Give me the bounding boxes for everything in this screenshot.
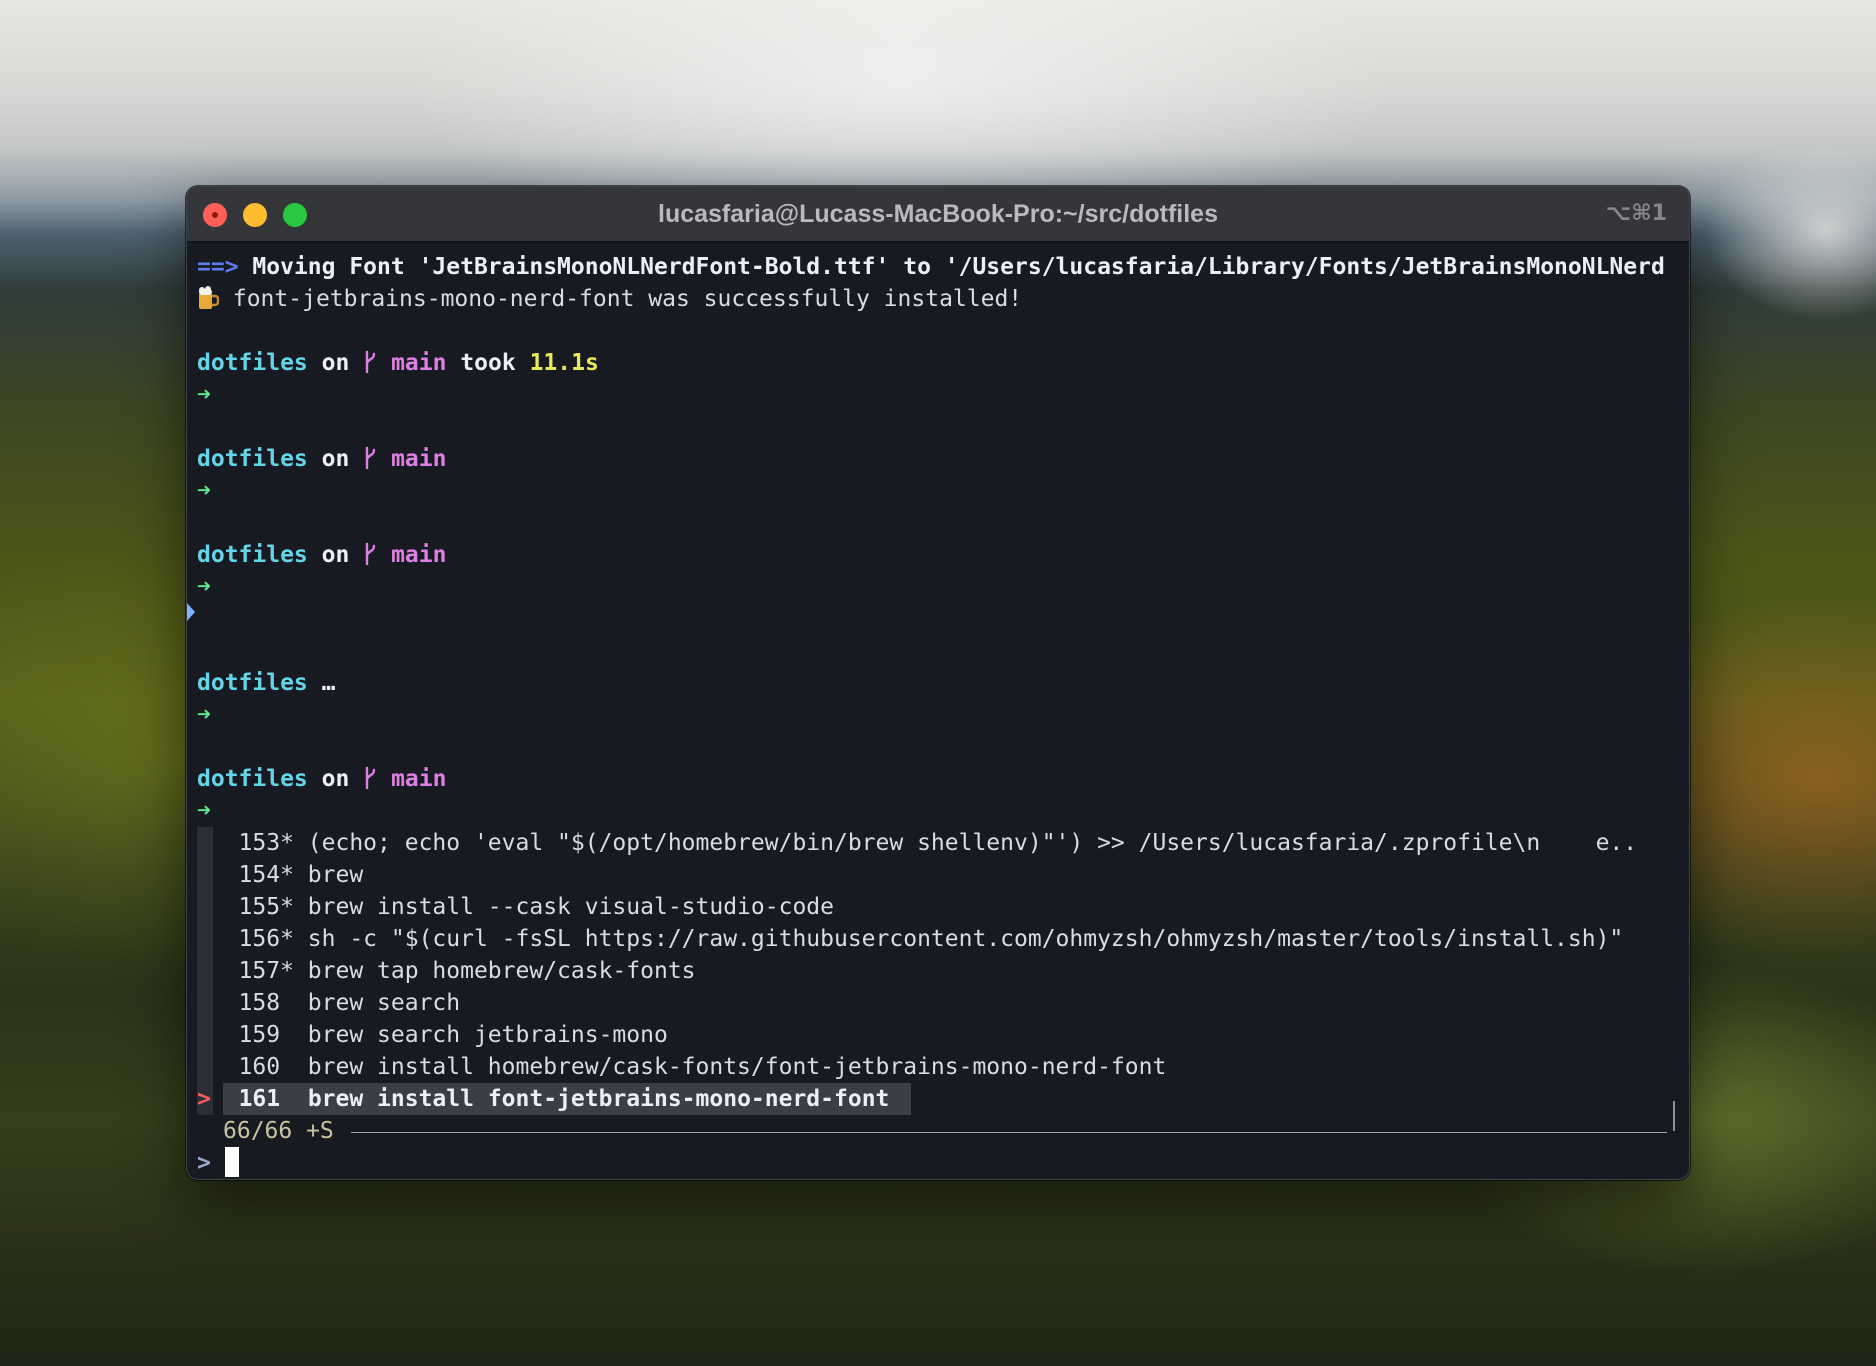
beer-mug-icon — [197, 286, 220, 310]
history-item[interactable]: 153* (echo; echo 'eval "$(/opt/homebrew/… — [197, 827, 1638, 859]
history-command: brew install font-jetbrains-mono-nerd-fo… — [307, 1086, 890, 1112]
history-item[interactable]: 158 brew search — [197, 987, 461, 1019]
history-number: 157* — [238, 958, 294, 984]
prompt-arrow: ➜ — [197, 382, 211, 408]
text-cursor — [224, 1147, 239, 1177]
prompt-on: on — [321, 350, 350, 376]
history-number: 158 — [238, 990, 294, 1016]
git-branch-icon — [363, 446, 377, 470]
brew-arrow: ==> — [197, 254, 239, 280]
history-number: 159 — [238, 1022, 294, 1048]
prompt-on: on — [321, 766, 350, 792]
prompt-line: dotfiles on main — [197, 539, 446, 571]
history-command: (echo; echo 'eval "$(/opt/homebrew/bin/b… — [307, 830, 1638, 856]
prompt-line: dotfiles on main — [197, 763, 446, 795]
brew-success-line: font-jetbrains-mono-nerd-font was succes… — [197, 283, 1022, 315]
prompt-on: on — [321, 542, 350, 568]
prompt-arrow: ➜ — [197, 702, 211, 728]
prompt-line: dotfiles … — [197, 667, 336, 699]
prompt-arrow-line: ➜ — [197, 475, 211, 507]
terminal-window[interactable]: lucasfaria@Lucass-MacBook-Pro:~/src/dotf… — [186, 186, 1690, 1180]
prompt-took: took — [460, 350, 516, 376]
prompt-line: dotfiles on main — [197, 443, 446, 475]
history-number: 156* — [238, 926, 294, 952]
prompt-arrow-line: ➜ — [197, 571, 211, 603]
brew-success-text: font-jetbrains-mono-nerd-font was succes… — [232, 286, 1023, 312]
history-command: brew — [307, 862, 364, 888]
history-item[interactable]: 160 brew install homebrew/cask-fonts/fon… — [197, 1051, 1167, 1083]
prompt-on: on — [321, 446, 350, 472]
prompt-line: dotfiles on main took 11.1s — [197, 347, 599, 379]
brew-move-line: ==> Moving Font 'JetBrainsMonoNLNerdFont… — [197, 251, 1665, 283]
prompt-branch: main — [391, 350, 447, 376]
fzf-separator — [351, 1132, 1667, 1133]
git-branch-icon — [363, 766, 377, 790]
prompt-arrow: ➜ — [197, 478, 211, 504]
fzf-info: 66/66 +S — [223, 1118, 334, 1144]
title-bar[interactable]: lucasfaria@Lucass-MacBook-Pro:~/src/dotf… — [187, 187, 1689, 242]
fzf-query-line[interactable]: > — [197, 1147, 239, 1179]
terminal-output[interactable]: ==> Moving Font 'JetBrainsMonoNLNerdFont… — [187, 241, 1689, 1179]
history-number: 161 — [238, 1086, 294, 1112]
prompt-dir: dotfiles — [197, 766, 308, 792]
window-title: lucasfaria@Lucass-MacBook-Pro:~/src/dotf… — [658, 200, 1218, 228]
history-number: 153* — [238, 830, 294, 856]
prompt-duration: 11.1s — [529, 350, 599, 376]
prompt-arrow-line: ➜ — [197, 379, 211, 411]
history-item-selected[interactable]: > 161 brew install font-jetbrains-mono-n… — [197, 1083, 889, 1115]
prompt-arrow: ➜ — [197, 574, 211, 600]
prompt-branch: main — [391, 542, 447, 568]
git-branch-icon — [363, 350, 377, 374]
prompt-arrow: ➜ — [197, 798, 211, 824]
prompt-dir: dotfiles — [197, 446, 308, 472]
wallpaper-cloud — [1676, 150, 1876, 380]
history-number: 155* — [238, 894, 294, 920]
prompt-ellipsis: … — [321, 670, 336, 696]
command-marker-icon[interactable] — [187, 603, 195, 621]
fzf-scrollbar[interactable] — [1673, 1101, 1675, 1131]
window-shortcut: ⌥⌘1 — [1605, 201, 1667, 226]
history-number: 160 — [238, 1054, 294, 1080]
prompt-dir: dotfiles — [197, 542, 308, 568]
prompt-arrow-line: ➜ — [197, 795, 211, 827]
history-item[interactable]: 155* brew install --cask visual-studio-c… — [197, 891, 834, 923]
history-command: sh -c "$(curl -fsSL https://raw.githubus… — [307, 926, 1624, 952]
prompt-branch: main — [391, 446, 447, 472]
desktop-wallpaper: lucasfaria@Lucass-MacBook-Pro:~/src/dotf… — [0, 0, 1876, 1366]
fzf-query-prompt: > — [197, 1150, 211, 1176]
history-command: brew tap homebrew/cask-fonts — [307, 958, 696, 984]
history-command: brew install --cask visual-studio-code — [307, 894, 834, 920]
history-item[interactable]: 154* brew — [197, 859, 364, 891]
prompt-arrow-line: ➜ — [197, 699, 211, 731]
history-command: brew search — [307, 990, 461, 1016]
history-command: brew search jetbrains-mono — [307, 1022, 668, 1048]
git-branch-icon — [363, 542, 377, 566]
prompt-branch: main — [391, 766, 447, 792]
history-command: brew install homebrew/cask-fonts/font-je… — [307, 1054, 1167, 1080]
fzf-pointer: > — [197, 1086, 211, 1112]
history-number: 154* — [238, 862, 294, 888]
brew-move-text: Moving Font 'JetBrainsMonoNLNerdFont-Bol… — [252, 254, 1665, 280]
history-item[interactable]: 157* brew tap homebrew/cask-fonts — [197, 955, 696, 987]
history-item[interactable]: 159 brew search jetbrains-mono — [197, 1019, 668, 1051]
prompt-dir: dotfiles — [197, 350, 308, 376]
prompt-dir: dotfiles — [197, 670, 308, 696]
history-item[interactable]: 156* sh -c "$(curl -fsSL https://raw.git… — [197, 923, 1624, 955]
